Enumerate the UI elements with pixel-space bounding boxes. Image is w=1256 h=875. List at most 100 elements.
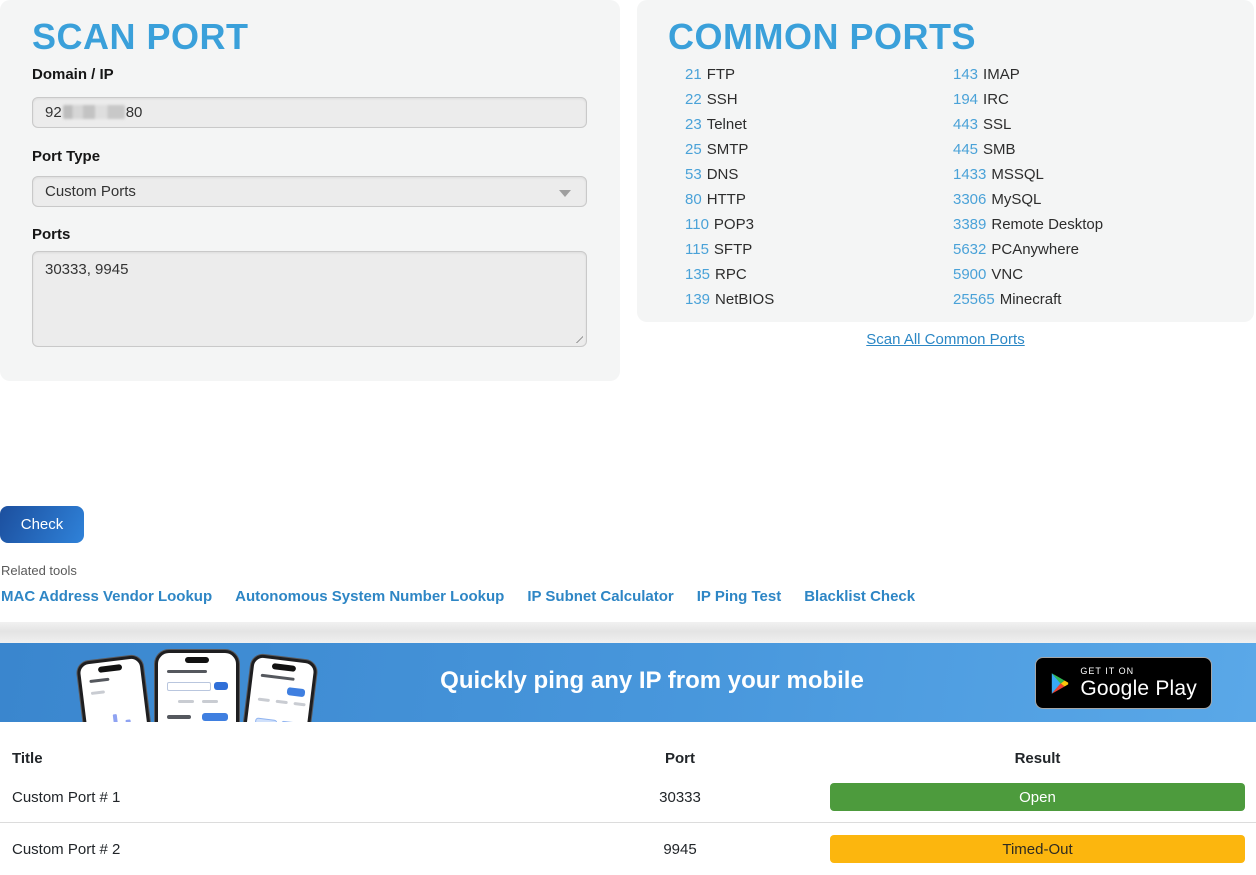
port-item-netbios[interactable]: 139 NetBIOS <box>685 287 774 312</box>
port-item-ftp[interactable]: 21 FTP <box>685 62 774 87</box>
result-row-2: Custom Port # 2 9945 Timed-Out <box>0 823 1256 875</box>
google-play-badge[interactable]: GET IT ON Google Play <box>1035 657 1212 709</box>
port-item-http[interactable]: 80 HTTP <box>685 187 774 212</box>
port-name: DNS <box>707 166 739 183</box>
port-name: SMB <box>983 141 1016 158</box>
port-item-ssh[interactable]: 22 SSH <box>685 87 774 112</box>
port-number: 21 <box>685 66 702 83</box>
port-name: VNC <box>991 266 1023 283</box>
port-number: 25565 <box>953 291 995 308</box>
status-badge-open: Open <box>830 783 1245 811</box>
banner-headline: Quickly ping any IP from your mobile <box>440 667 864 695</box>
link-blacklist-check[interactable]: Blacklist Check <box>804 588 915 605</box>
phone-mockup-left <box>76 655 160 722</box>
domain-ip-label: Domain / IP <box>32 66 114 83</box>
port-name: POP3 <box>714 216 754 233</box>
link-asn-lookup[interactable]: Autonomous System Number Lookup <box>235 588 504 605</box>
results-header-row: Title Port Result <box>0 744 1256 772</box>
result-port: 30333 <box>550 789 810 806</box>
check-button[interactable]: Check <box>0 506 84 543</box>
port-name: HTTP <box>707 191 746 208</box>
port-number: 1433 <box>953 166 986 183</box>
port-item-irc[interactable]: 194IRC <box>953 87 1103 112</box>
port-name: IMAP <box>983 66 1020 83</box>
port-name: MySQL <box>991 191 1041 208</box>
port-item-smtp[interactable]: 25 SMTP <box>685 137 774 162</box>
ports-value: 30333, 9945 <box>45 261 128 278</box>
port-number: 139 <box>685 291 710 308</box>
status-badge-timed-out: Timed-Out <box>830 835 1245 863</box>
port-item-rpc[interactable]: 135RPC <box>685 262 774 287</box>
port-item-vnc[interactable]: 5900 VNC <box>953 262 1103 287</box>
google-play-text: GET IT ON Google Play <box>1080 666 1197 701</box>
port-item-smb[interactable]: 445SMB <box>953 137 1103 162</box>
port-number: 3306 <box>953 191 986 208</box>
header-result: Result <box>810 750 1245 767</box>
chevron-down-icon <box>559 190 571 197</box>
port-number: 5900 <box>953 266 986 283</box>
common-ports-column-1: 21 FTP 22 SSH 23Telnet 25 SMTP 53 DNS 80 HTTP… <box>685 62 774 312</box>
resize-grip-icon[interactable] <box>571 331 583 343</box>
domain-ip-input[interactable]: 9280 <box>32 97 587 128</box>
masked-ip-segment <box>63 105 125 119</box>
port-name: FTP <box>707 66 735 83</box>
scan-port-title: SCAN PORT <box>32 16 249 58</box>
related-tools-heading: Related tools <box>1 563 77 578</box>
header-port: Port <box>550 750 810 767</box>
port-name: RPC <box>715 266 747 283</box>
result-port: 9945 <box>550 841 810 858</box>
port-name: IRC <box>983 91 1009 108</box>
link-ip-ping-test[interactable]: IP Ping Test <box>697 588 781 605</box>
phone-mockups-image <box>60 648 330 722</box>
port-item-remote-desktop[interactable]: 3389Remote Desktop <box>953 212 1103 237</box>
port-item-dns[interactable]: 53 DNS <box>685 162 774 187</box>
port-number: 25 <box>685 141 702 158</box>
port-number: 443 <box>953 116 978 133</box>
domain-ip-value-prefix: 92 <box>45 104 62 121</box>
page: SCAN PORT Domain / IP 9280 Port Type Cus… <box>0 0 1256 875</box>
port-item-telnet[interactable]: 23Telnet <box>685 112 774 137</box>
link-mac-address-vendor-lookup[interactable]: MAC Address Vendor Lookup <box>1 588 212 605</box>
port-number: 110 <box>685 216 709 233</box>
port-number: 80 <box>685 191 702 208</box>
result-title: Custom Port # 1 <box>0 789 550 806</box>
ports-label: Ports <box>32 226 70 243</box>
phone-mockup-middle <box>155 650 239 722</box>
port-type-label: Port Type <box>32 148 100 165</box>
port-item-mssql[interactable]: 1433MSSQL <box>953 162 1103 187</box>
common-ports-column-2: 143 IMAP 194IRC 443SSL 445SMB 1433MSSQL 3… <box>953 62 1103 312</box>
google-play-get-it-on: GET IT ON <box>1080 666 1197 676</box>
port-item-minecraft[interactable]: 25565 Minecraft <box>953 287 1103 312</box>
phone-mockup-right <box>234 654 318 722</box>
related-tools-links: MAC Address Vendor Lookup Autonomous Sys… <box>1 588 915 605</box>
scan-all-common-ports-wrap: Scan All Common Ports <box>637 331 1254 348</box>
port-item-mysql[interactable]: 3306 MySQL <box>953 187 1103 212</box>
port-name: SFTP <box>714 241 752 258</box>
port-type-select[interactable]: Custom Ports <box>32 176 587 207</box>
port-name: NetBIOS <box>715 291 774 308</box>
ports-textarea[interactable]: 30333, 9945 <box>32 251 587 347</box>
port-item-ssl[interactable]: 443SSL <box>953 112 1103 137</box>
result-title: Custom Port # 2 <box>0 841 550 858</box>
port-type-selected-value: Custom Ports <box>45 183 136 200</box>
port-item-pcanywhere[interactable]: 5632PCAnywhere <box>953 237 1103 262</box>
mobile-app-banner: Quickly ping any IP from your mobile GET… <box>0 643 1256 722</box>
port-number: 53 <box>685 166 702 183</box>
port-number: 22 <box>685 91 702 108</box>
scan-port-panel: SCAN PORT Domain / IP 9280 Port Type Cus… <box>0 0 620 381</box>
port-number: 143 <box>953 66 978 83</box>
scan-all-common-ports-link[interactable]: Scan All Common Ports <box>866 331 1024 348</box>
port-number: 115 <box>685 241 709 258</box>
port-item-imap[interactable]: 143 IMAP <box>953 62 1103 87</box>
port-item-pop3[interactable]: 110 POP3 <box>685 212 774 237</box>
port-name: SSH <box>707 91 738 108</box>
port-item-sftp[interactable]: 115 SFTP <box>685 237 774 262</box>
port-name: SMTP <box>707 141 749 158</box>
port-name: Minecraft <box>1000 291 1062 308</box>
common-ports-panel: COMMON PORTS 21 FTP 22 SSH 23Telnet 25 SMTP… <box>637 0 1254 322</box>
common-ports-title: COMMON PORTS <box>668 16 976 58</box>
link-ip-subnet-calculator[interactable]: IP Subnet Calculator <box>527 588 673 605</box>
port-name: PCAnywhere <box>991 241 1079 258</box>
result-row-1: Custom Port # 1 30333 Open <box>0 772 1256 823</box>
port-number: 23 <box>685 116 702 133</box>
